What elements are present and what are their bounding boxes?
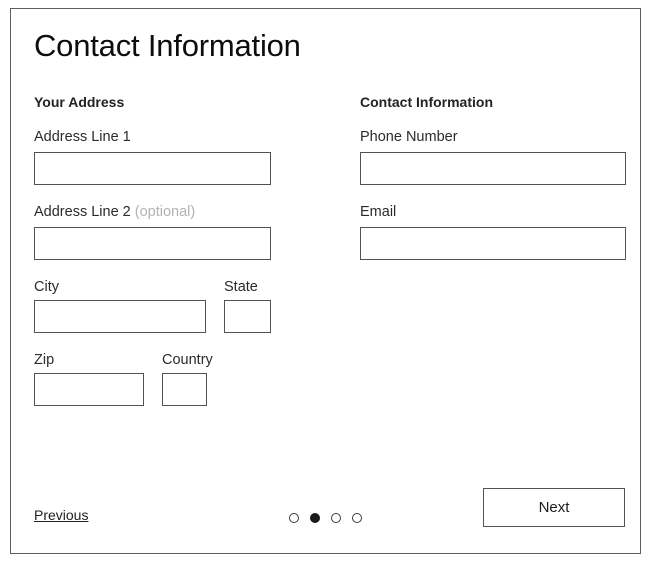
email-input[interactable] (360, 227, 626, 260)
label-country: Country (162, 352, 213, 368)
label-state: State (224, 279, 258, 295)
contact-information-card: Contact Information Your Address Address… (10, 8, 641, 554)
zip-country-row: Zip Country (34, 352, 304, 406)
pagination-dot-4[interactable] (352, 513, 362, 523)
address-line-2-input[interactable] (34, 227, 271, 260)
address-line-1-input[interactable] (34, 152, 271, 185)
field-email: Email (360, 204, 626, 260)
pagination-dot-1[interactable] (289, 513, 299, 523)
pagination-dot-2[interactable] (310, 513, 320, 523)
label-zip: Zip (34, 352, 54, 368)
pagination-dot-3[interactable] (331, 513, 341, 523)
label-address-line-2-text: Address Line 2 (34, 204, 131, 220)
label-phone-number: Phone Number (360, 129, 626, 145)
state-input[interactable] (224, 300, 271, 333)
city-input[interactable] (34, 300, 206, 333)
section-heading-contact-information: Contact Information (360, 94, 626, 110)
label-email: Email (360, 204, 626, 220)
city-state-row: City State (34, 279, 304, 333)
next-button[interactable]: Next (483, 488, 625, 527)
label-address-line-1: Address Line 1 (34, 129, 304, 145)
your-address-section: Your Address Address Line 1 Address Line… (34, 94, 304, 425)
zip-input[interactable] (34, 373, 144, 406)
section-heading-your-address: Your Address (34, 94, 304, 110)
field-address-line-1: Address Line 1 (34, 129, 304, 185)
field-phone-number: Phone Number (360, 129, 626, 185)
contact-details-section: Contact Information Phone Number Email (360, 94, 626, 279)
label-address-line-2-optional: (optional) (135, 204, 195, 220)
field-address-line-2: Address Line 2 (optional) (34, 204, 304, 260)
pagination-dots (289, 513, 362, 523)
phone-number-input[interactable] (360, 152, 626, 185)
label-address-line-2: Address Line 2 (optional) (34, 204, 304, 220)
page-title: Contact Information (34, 28, 301, 64)
previous-link[interactable]: Previous (34, 507, 88, 523)
country-input[interactable] (162, 373, 207, 406)
label-city: City (34, 279, 59, 295)
